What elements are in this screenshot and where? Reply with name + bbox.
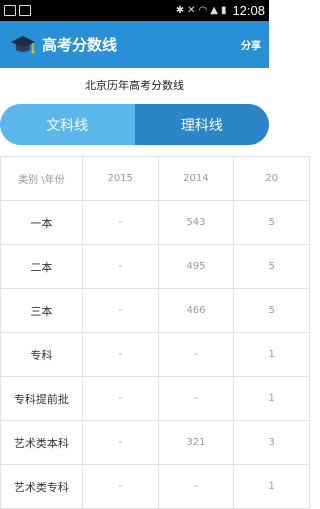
table-row: 专科 - - 1 — [0, 332, 310, 377]
signal-icon: ▲ — [210, 5, 218, 16]
table-row: 艺术类专科 - - 1 — [0, 464, 310, 509]
category-cell: 专科提前批 — [0, 376, 83, 421]
category-cell: 二本 — [0, 244, 83, 289]
status-bar: ✱ ✕ ◠ ▲ ▮ 12:08 — [0, 0, 269, 21]
wifi-icon: ◠ — [198, 5, 208, 16]
table-row: 二本 - 495 5 — [0, 244, 310, 289]
score-cell: - — [157, 376, 235, 421]
battery-icon: ▮ — [220, 5, 227, 16]
score-cell: 543 — [157, 200, 235, 245]
tab-liberal-arts[interactable]: 文科线 — [0, 104, 135, 145]
score-cell: - — [81, 376, 159, 421]
app-bar-left: 高考分数线 — [10, 32, 117, 58]
year-header: 2015 — [81, 156, 159, 201]
score-cell: 5 — [233, 244, 310, 289]
score-cell: - — [157, 332, 235, 377]
score-cell: 5 — [233, 200, 310, 245]
category-cell: 一本 — [0, 200, 83, 245]
gallery-icon — [19, 5, 31, 16]
clock: 12:08 — [232, 3, 265, 18]
score-cell: 495 — [157, 244, 235, 289]
table-row: 专科提前批 - - 1 — [0, 376, 310, 421]
app-title: 高考分数线 — [42, 36, 118, 54]
score-table: 类别 \年份 2015 2014 20 一本 - 543 5 二本 - 495 … — [0, 156, 310, 509]
score-cell: 1 — [233, 376, 310, 421]
bluetooth-icon: ✱ — [175, 5, 185, 16]
score-cell: - — [81, 200, 159, 245]
subject-toggle: 文科线 理科线 — [0, 104, 269, 145]
tab-science[interactable]: 理科线 — [134, 104, 269, 145]
score-cell: 1 — [233, 332, 310, 377]
sd-card-icon — [4, 5, 16, 16]
app-bar: 高考分数线 分享 — [0, 21, 269, 68]
mute-icon: ✕ — [187, 5, 196, 16]
table-header-row: 类别 \年份 2015 2014 20 — [0, 156, 310, 201]
corner-header: 类别 \年份 — [0, 156, 83, 201]
year-header: 20 — [233, 156, 310, 201]
table-row: 一本 - 543 5 — [0, 200, 310, 245]
score-cell: 321 — [157, 420, 235, 465]
score-cell: 1 — [233, 464, 310, 509]
score-cell: 5 — [233, 288, 310, 333]
status-left-icons — [4, 5, 31, 16]
score-cell: 466 — [157, 288, 235, 333]
status-right-icons: ✱ ✕ ◠ ▲ ▮ 12:08 — [176, 3, 265, 18]
graduation-cap-icon — [11, 35, 35, 54]
score-table-container[interactable]: 类别 \年份 2015 2014 20 一本 - 543 5 二本 - 495 … — [0, 156, 310, 509]
page-subtitle: 北京历年高考分数线 — [85, 79, 184, 92]
category-cell: 三本 — [0, 288, 83, 333]
score-cell: - — [81, 332, 159, 377]
year-header: 2014 — [157, 156, 235, 201]
category-cell: 艺术类本科 — [0, 420, 83, 465]
score-cell: 3 — [233, 420, 310, 465]
score-cell: - — [81, 244, 159, 289]
table-row: 三本 - 466 5 — [0, 288, 310, 333]
category-cell: 艺术类专科 — [0, 464, 83, 509]
score-cell: - — [157, 464, 235, 509]
score-cell: - — [81, 464, 159, 509]
score-cell: - — [81, 420, 159, 465]
score-cell: - — [81, 288, 159, 333]
table-row: 艺术类本科 - 321 3 — [0, 420, 310, 465]
share-button[interactable]: 分享 — [241, 37, 261, 52]
category-cell: 专科 — [0, 332, 83, 377]
